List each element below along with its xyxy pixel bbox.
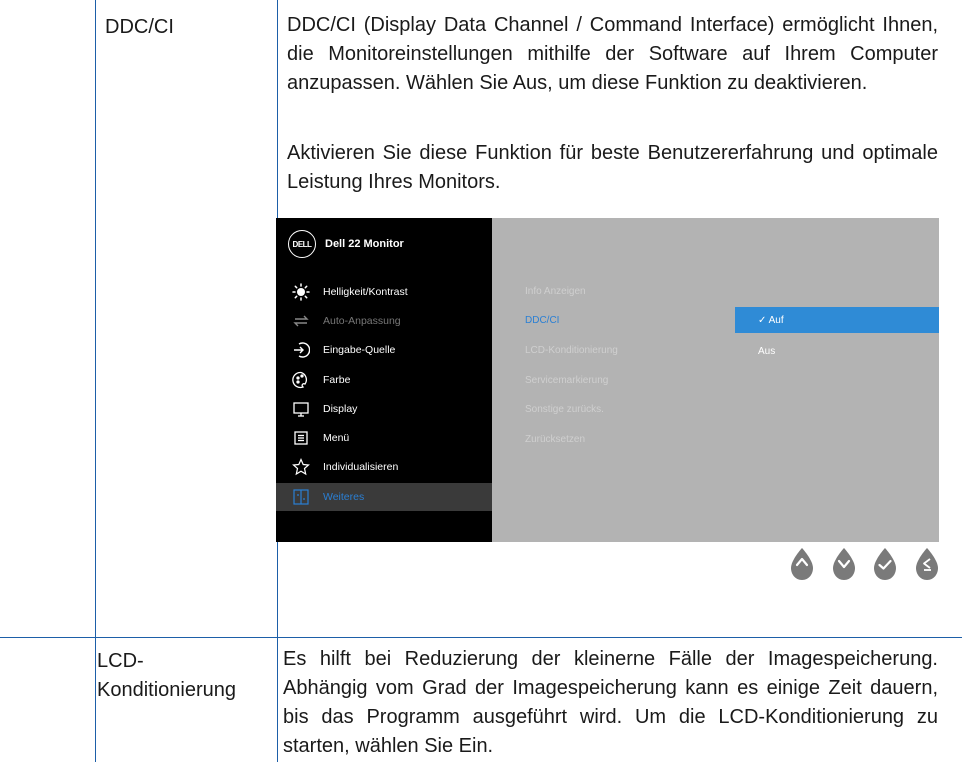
lcd-description: Es hilft bei Reduzierung der kleinerne F… [283, 648, 938, 757]
ddcci-description: DDC/CI (Display Data Channel / Command I… [287, 14, 938, 94]
menu-item-label: Eingabe-Quelle [323, 343, 396, 356]
option-label: Aus [758, 345, 776, 357]
brightness-icon [291, 282, 311, 302]
menu-item-label: Display [323, 402, 358, 415]
row-label-lcd-line1: LCD- [97, 650, 144, 672]
menu-item-label: Auto-Anpassung [323, 314, 401, 327]
row-label-lcd-line2: Konditionierung [97, 679, 236, 701]
auto-adjust-icon [291, 311, 311, 331]
back-icon[interactable] [914, 546, 940, 582]
osd-main-menu: DELL Dell 22 Monitor Helligkeit/Kontrast… [276, 218, 492, 542]
submenu-other-reset[interactable]: Sonstige zurücks. [525, 404, 604, 415]
submenu-factory-reset[interactable]: Zurücksetzen [525, 434, 585, 445]
menu-item-others[interactable]: Weiteres [276, 483, 492, 511]
input-source-icon [291, 340, 311, 360]
menu-item-label: Weiteres [323, 491, 365, 503]
table-border-left [95, 0, 96, 762]
up-icon[interactable] [789, 546, 815, 582]
menu-item-brightness[interactable]: Helligkeit/Kontrast [276, 277, 492, 306]
option-label: ✓ Auf [758, 314, 784, 326]
menu-item-label: Helligkeit/Kontrast [323, 285, 408, 298]
dell-logo: DELL [288, 230, 316, 258]
menu-item-personalize[interactable]: Individualisieren [276, 452, 492, 481]
ddcci-recommendation: Aktivieren Sie diese Funktion für beste … [287, 142, 938, 193]
down-icon[interactable] [831, 546, 857, 582]
display-icon [291, 399, 311, 419]
option-off[interactable]: Aus [735, 338, 939, 364]
menu-item-input-source[interactable]: Eingabe-Quelle [276, 335, 492, 364]
osd-title: Dell 22 Monitor [325, 238, 404, 250]
osd-screenshot: DELL Dell 22 Monitor Helligkeit/Kontrast… [276, 218, 939, 542]
color-palette-icon [291, 370, 311, 390]
menu-item-label: Menü [323, 431, 350, 444]
menu-item-label: Individualisieren [323, 460, 399, 473]
option-on[interactable]: ✓ Auf [735, 307, 939, 333]
others-icon [291, 487, 311, 507]
osd-header: DELL Dell 22 Monitor [288, 230, 404, 258]
menu-item-color[interactable]: Farbe [276, 365, 492, 394]
menu-icon [291, 428, 311, 448]
submenu-info[interactable]: Info Anzeigen [525, 286, 586, 297]
star-icon [291, 457, 311, 477]
menu-item-auto-adjust[interactable]: Auto-Anpassung [276, 306, 492, 335]
menu-item-menu[interactable]: Menü [276, 423, 492, 452]
row-divider [0, 637, 962, 638]
row-label-ddcci: DDC/CI [105, 16, 174, 38]
menu-item-label: Farbe [323, 373, 351, 386]
submenu-lcd-conditioning[interactable]: LCD-Konditionierung [525, 345, 618, 356]
submenu-ddcci[interactable]: DDC/CI [525, 315, 559, 326]
menu-item-display[interactable]: Display [276, 394, 492, 423]
check-icon[interactable] [872, 546, 898, 582]
submenu-service-tag[interactable]: Servicemarkierung [525, 375, 608, 386]
